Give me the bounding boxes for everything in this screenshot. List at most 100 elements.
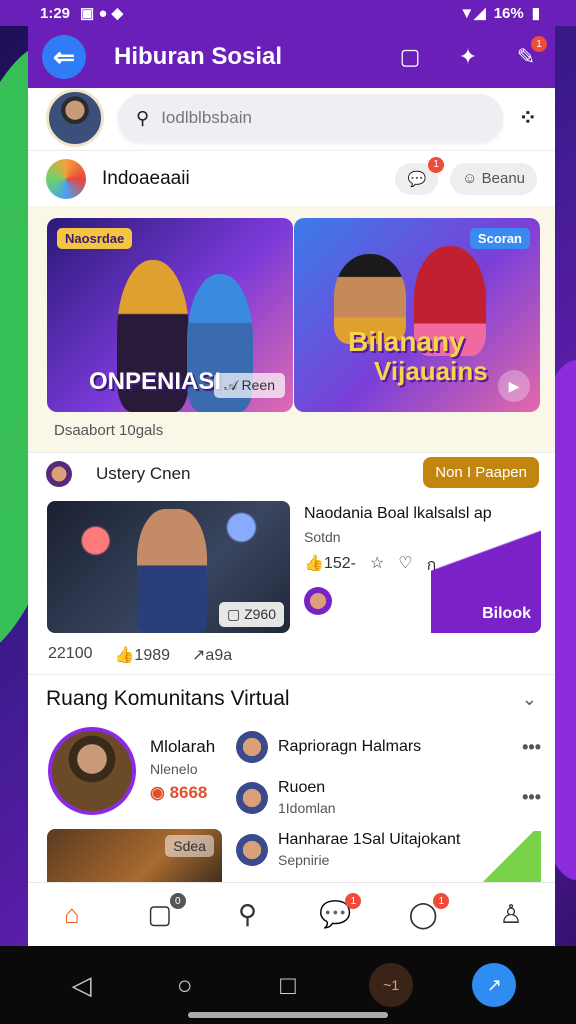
share-footer-value: a9a xyxy=(205,647,233,664)
compose-icon[interactable]: ✎ 1 xyxy=(511,36,547,72)
recents-icon[interactable]: □ xyxy=(266,963,310,1007)
post-title: Naodania Boal lkalsalsl ap xyxy=(304,505,492,522)
follow-button[interactable]: Non I Paapen xyxy=(423,457,539,488)
share-count: ↗a9a xyxy=(192,647,233,664)
community-sub: Nlenelo xyxy=(150,761,198,777)
featured-banner: Naosrdae ONPENIASI 𝒜 Reen Scoran Bilanan… xyxy=(28,206,555,452)
like-count-footer: 👍1989 xyxy=(114,647,171,664)
search-icon[interactable]: ⚲ xyxy=(228,899,268,930)
likes-footer-value: 1989 xyxy=(134,647,171,664)
status-time: 1:29 xyxy=(40,4,71,22)
card1-button-label: Reen xyxy=(241,377,275,393)
app-shortcut-icon[interactable]: ~1 xyxy=(369,963,414,1007)
app-window: ⇐ Hiburan Sosial ▢ ✦ ✎ 1 ⚲ Iodlblbsbain ⁘ … xyxy=(28,0,555,946)
assistant-icon[interactable]: ↗ xyxy=(472,963,517,1007)
community-badge: ◉ 8668 xyxy=(150,783,208,802)
back-button[interactable]: ⇐ xyxy=(42,35,86,79)
like-count: 152- xyxy=(323,555,356,572)
thumb-label: Sdea xyxy=(165,835,214,857)
post-card: Ustery Cnen Non I Paapen ▢ Z960 Bilook N… xyxy=(28,452,555,674)
views-count: 22100 xyxy=(48,645,93,662)
card2-title-1: Bilanany xyxy=(348,326,465,357)
duration-label: Z960 xyxy=(244,606,276,622)
post-header: Ustery Cnen xyxy=(46,461,190,487)
compose-badge: 1 xyxy=(531,36,547,52)
avatar[interactable] xyxy=(46,89,104,147)
card2-tag: Scoran xyxy=(469,228,530,249)
group-header: Indoaeaaii 💬 1 ☺ Beanu xyxy=(28,150,555,206)
share-button[interactable]: ก xyxy=(427,553,437,578)
banner-footer: Dsaabort 10gals xyxy=(54,422,164,439)
search-placeholder: Iodlblbsbain xyxy=(161,108,252,127)
video-thumbnail[interactable]: ▢ Z960 xyxy=(47,501,290,633)
search-row: ⚲ Iodlblbsbain ⁘ xyxy=(28,88,555,148)
nav-badge: 1 xyxy=(345,893,362,909)
bottom-nav: ⌂ ▢ 0 ⚲ 💬 1 ◯ 1 ♙ xyxy=(28,882,555,946)
nav-badge: 0 xyxy=(169,893,186,909)
list-item[interactable]: Raprioragn Halmars ••• xyxy=(236,731,541,763)
more-icon[interactable]: ••• xyxy=(522,737,541,758)
group-action-chip[interactable]: ☺ Beanu xyxy=(450,162,537,195)
decorative-shape xyxy=(481,831,541,887)
post-stats: 22100 👍1989 ↗a9a xyxy=(48,645,232,665)
community-thumbnail[interactable]: Sdea xyxy=(47,829,222,889)
chevron-down-icon[interactable]: ⌄ xyxy=(522,689,537,710)
user-icon: ☺ xyxy=(462,170,482,187)
like-button[interactable]: 👍152- xyxy=(304,553,356,578)
list-item[interactable]: Ruoen 1Idomlan ••• xyxy=(236,779,541,816)
search-input[interactable]: ⚲ Iodlblbsbain xyxy=(118,94,503,142)
more-icon[interactable]: ⁘ xyxy=(519,105,537,131)
star-button[interactable]: ☆ xyxy=(370,553,384,578)
promo-label: Bilook xyxy=(482,605,531,622)
back-icon[interactable]: ◁ xyxy=(60,963,104,1007)
group-name: Indoaeaaii xyxy=(102,167,190,189)
status-bar: 1:29 ▣ ● ◆ ▼◢ 16% ▮ xyxy=(0,0,576,26)
chat-badge: 1 xyxy=(428,156,445,173)
gesture-bar[interactable] xyxy=(188,1012,388,1018)
card1-title: ONPENIASI xyxy=(89,368,222,395)
avatar xyxy=(236,833,268,866)
play-icon[interactable]: ▶ xyxy=(498,370,530,402)
avatar[interactable] xyxy=(46,461,72,487)
app-bar: ⇐ Hiburan Sosial ▢ ✦ ✎ 1 xyxy=(28,26,555,88)
group-icon[interactable] xyxy=(46,158,86,199)
video-duration: ▢ Z960 xyxy=(218,602,284,627)
person-image xyxy=(137,509,207,633)
avatar[interactable] xyxy=(304,587,332,615)
avatar xyxy=(236,731,268,763)
chip-label: Beanu xyxy=(481,170,525,187)
community-section: Ruang Komunitans Virtual ⌄ Mlolarah Nlen… xyxy=(28,674,555,889)
home-icon[interactable]: ⌂ xyxy=(52,899,92,930)
home-circle-icon[interactable]: ○ xyxy=(163,963,207,1007)
badge-value: 8668 xyxy=(169,783,208,802)
card1-tag: Naosrdae xyxy=(57,228,133,249)
section-title: Ruang Komunitans Virtual xyxy=(46,687,290,710)
post-actions: 👍152- ☆ ♡ ก xyxy=(304,553,436,578)
battery-level: 16% xyxy=(493,4,524,22)
chat-icon[interactable]: ▢ 0 xyxy=(140,893,186,930)
comment-icon[interactable]: ◯ 1 xyxy=(403,893,450,930)
heart-button[interactable]: ♡ xyxy=(398,553,412,578)
post-subtitle: Sotdn xyxy=(304,529,341,545)
banner-card-1[interactable]: Naosrdae ONPENIASI 𝒜 Reen xyxy=(47,218,293,412)
party-icon[interactable]: ✦ xyxy=(453,42,483,72)
signal-icon: ▼◢ xyxy=(459,5,486,22)
avatar[interactable] xyxy=(48,727,136,815)
bookmark-icon[interactable]: ▢ xyxy=(395,42,425,72)
profile-icon[interactable]: ♙ xyxy=(491,899,531,930)
chat-chip[interactable]: 💬 1 xyxy=(395,156,445,195)
banner-card-2[interactable]: Scoran Bilanany Vijauains ▶ xyxy=(294,218,540,412)
post-author[interactable]: Ustery Cnen xyxy=(96,464,190,484)
avatar xyxy=(236,781,268,814)
message-icon[interactable]: 💬 1 xyxy=(315,893,362,930)
search-icon: ⚲ xyxy=(136,107,150,128)
community-name: Mlolarah xyxy=(150,737,216,756)
list-item-title: Raprioragn Halmars xyxy=(278,738,422,755)
card1-button[interactable]: 𝒜 Reen xyxy=(214,373,285,398)
notification-icon: ▣ ● ◆ xyxy=(80,5,124,22)
video-icon: ▢ xyxy=(226,606,245,622)
list-item-sub: 1Idomlan xyxy=(278,800,336,816)
more-icon[interactable]: ••• xyxy=(522,787,541,808)
battery-icon: ▮ xyxy=(531,5,540,22)
page-title: Hiburan Sosial xyxy=(114,43,283,70)
